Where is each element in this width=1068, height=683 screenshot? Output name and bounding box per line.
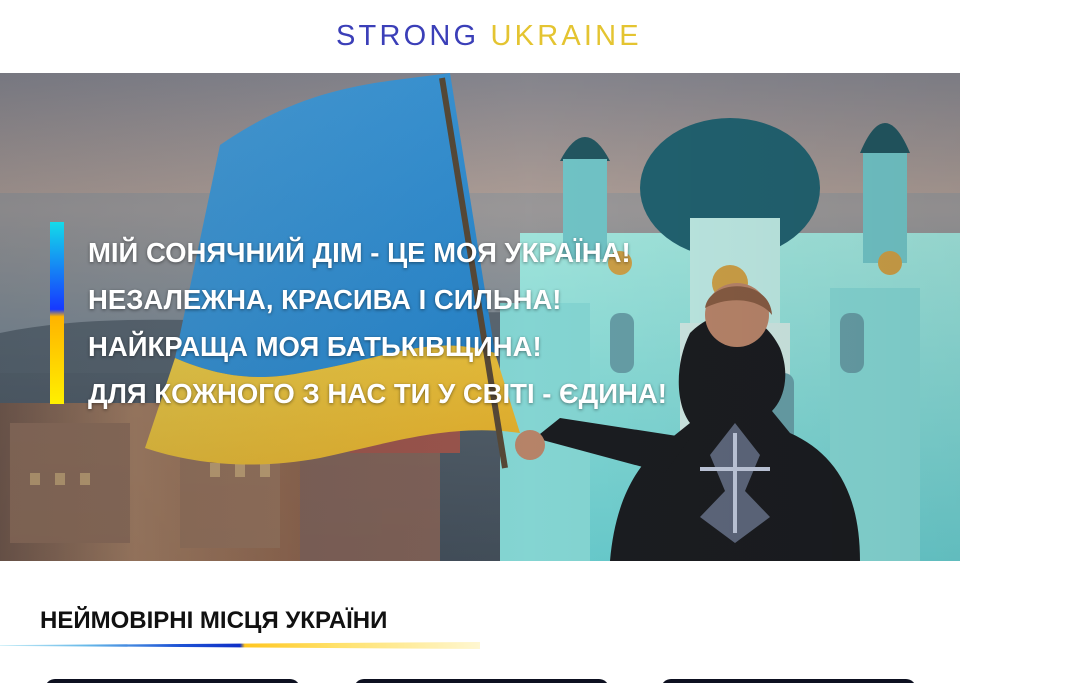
brand-ukraine-text: UKRAINE	[490, 20, 642, 52]
hero-quote: МІЙ СОНЯЧНИЙ ДІМ - ЦЕ МОЯ УКРАЇНА! НЕЗАЛ…	[88, 229, 828, 417]
place-card-top[interactable]	[354, 679, 609, 683]
section-title: НЕЙМОВІРНІ МІСЦЯ УКРАЇНИ	[40, 606, 388, 634]
hero-quote-line-1: МІЙ СОНЯЧНИЙ ДІМ - ЦЕ МОЯ УКРАЇНА!	[88, 237, 631, 268]
place-card-top[interactable]	[45, 679, 300, 683]
hero-quote-line-2: НЕЗАЛЕЖНА, КРАСИВА І СИЛЬНА!	[88, 284, 562, 315]
page: STRONG UKRAINE МІЙ СОНЯЧНИЙ ДІМ - ЦЕ МОЯ…	[0, 0, 1068, 683]
brand-logo[interactable]: STRONG UKRAINE	[336, 20, 642, 52]
brand-strong-text: STRONG	[336, 20, 480, 52]
quote-accent-bar	[50, 222, 64, 404]
place-card-top[interactable]	[661, 679, 916, 683]
hero-banner: МІЙ СОНЯЧНИЙ ДІМ - ЦЕ МОЯ УКРАЇНА! НЕЗАЛ…	[0, 73, 960, 561]
hero-quote-line-4: ДЛЯ КОЖНОГО З НАС ТИ У СВІТІ - ЄДИНА!	[88, 378, 667, 409]
hero-quote-line-3: НАЙКРАЩА МОЯ БАТЬКІВЩИНА!	[88, 331, 542, 362]
section-title-underline	[0, 642, 480, 649]
